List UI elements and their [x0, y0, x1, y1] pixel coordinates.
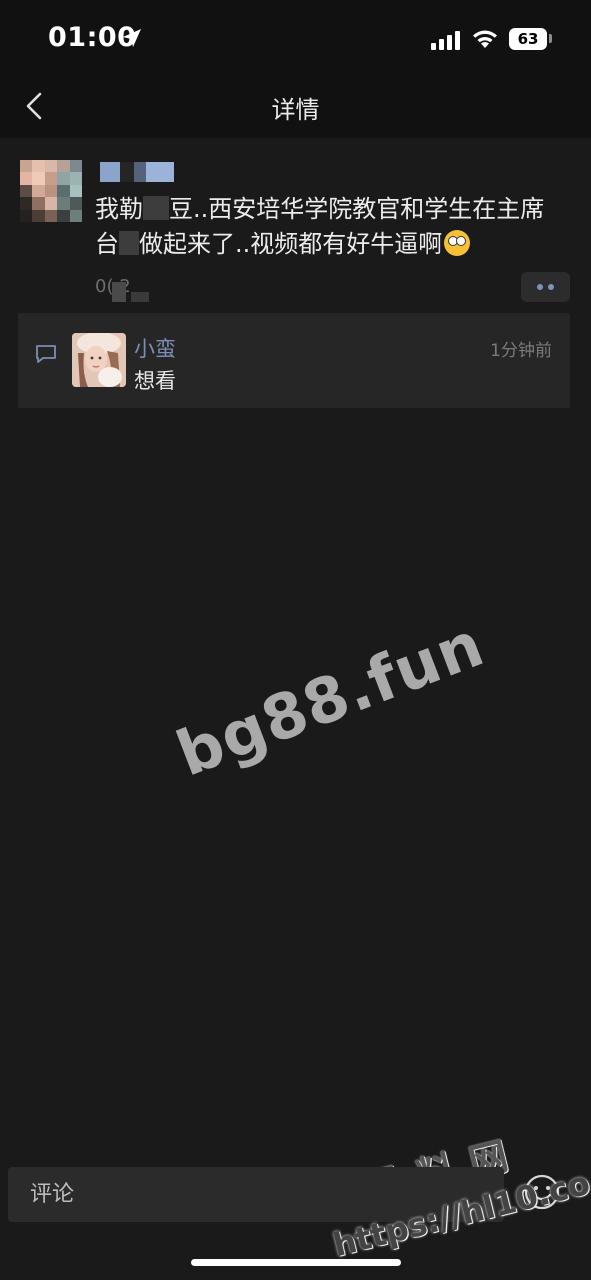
nav-bar: 详情: [0, 78, 591, 138]
post-text: 我勒 豆..西安培华学院教官和学生在主席台 做起来了..视频都有好牛逼啊: [95, 192, 565, 262]
comment-bubble-icon: [36, 345, 56, 363]
two-dots-icon: [537, 284, 543, 290]
location-arrow-icon: [123, 29, 141, 47]
post-author-name[interactable]: [100, 162, 174, 182]
flushed-face-emoji: [444, 230, 471, 256]
commenter-avatar[interactable]: [72, 333, 126, 387]
commenter-avatar-image: [72, 333, 126, 387]
two-dots-icon-dot: [548, 284, 554, 290]
comment-text: 想看: [134, 369, 176, 393]
comment-section: 小蛮 1分钟前 想看: [18, 313, 570, 408]
post-text-mosaic: [143, 196, 169, 220]
wifi-icon: [473, 30, 497, 48]
page-title: 详情: [271, 96, 320, 124]
post-text-mosaic-2: [119, 231, 139, 255]
commenter-name[interactable]: 小蛮: [134, 333, 176, 363]
post-text-part3: 台: [95, 230, 119, 258]
post-text-part1: 我勒: [95, 195, 143, 223]
status-bar: 01:00 63: [0, 0, 591, 78]
post-author-avatar[interactable]: [20, 160, 82, 222]
battery-icon: 63: [509, 28, 547, 50]
post-time-mosaic-2: [131, 292, 149, 302]
cellular-signal-icon: [431, 31, 460, 50]
home-indicator[interactable]: [191, 1259, 401, 1266]
comment-time: 1分钟前: [490, 341, 552, 361]
more-button[interactable]: [521, 272, 570, 302]
watermark-main: bg88.fun: [166, 607, 494, 791]
battery-tip: [549, 34, 552, 43]
post-text-part2: 豆..西安培华学院教官和学生在主席: [169, 195, 545, 223]
post-text-part4: 做起来了..视频都有好牛逼啊: [139, 230, 443, 258]
post-time-mosaic: [112, 282, 126, 302]
